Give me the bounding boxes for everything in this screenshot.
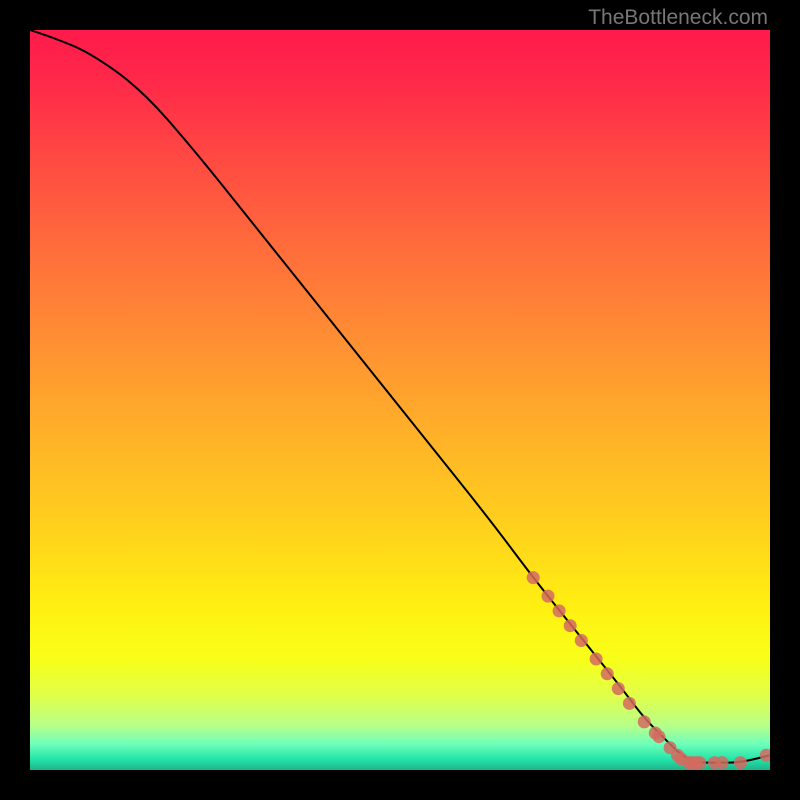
highlight-marker — [564, 619, 577, 632]
highlight-marker — [760, 749, 770, 762]
plot-area — [30, 30, 770, 770]
highlight-marker — [612, 682, 625, 695]
highlight-marker — [693, 756, 706, 769]
highlight-marker — [575, 634, 588, 647]
highlight-marker — [715, 756, 728, 769]
chart-curve — [30, 30, 770, 770]
highlight-marker — [623, 697, 636, 710]
highlight-marker — [653, 730, 666, 743]
highlight-marker — [734, 756, 747, 769]
highlight-marker — [527, 571, 540, 584]
watermark-text: TheBottleneck.com — [588, 6, 768, 30]
highlight-marker — [542, 590, 555, 603]
highlight-marker — [553, 604, 566, 617]
highlight-marker — [638, 715, 651, 728]
highlight-marker — [601, 667, 614, 680]
highlight-marker — [590, 653, 603, 666]
